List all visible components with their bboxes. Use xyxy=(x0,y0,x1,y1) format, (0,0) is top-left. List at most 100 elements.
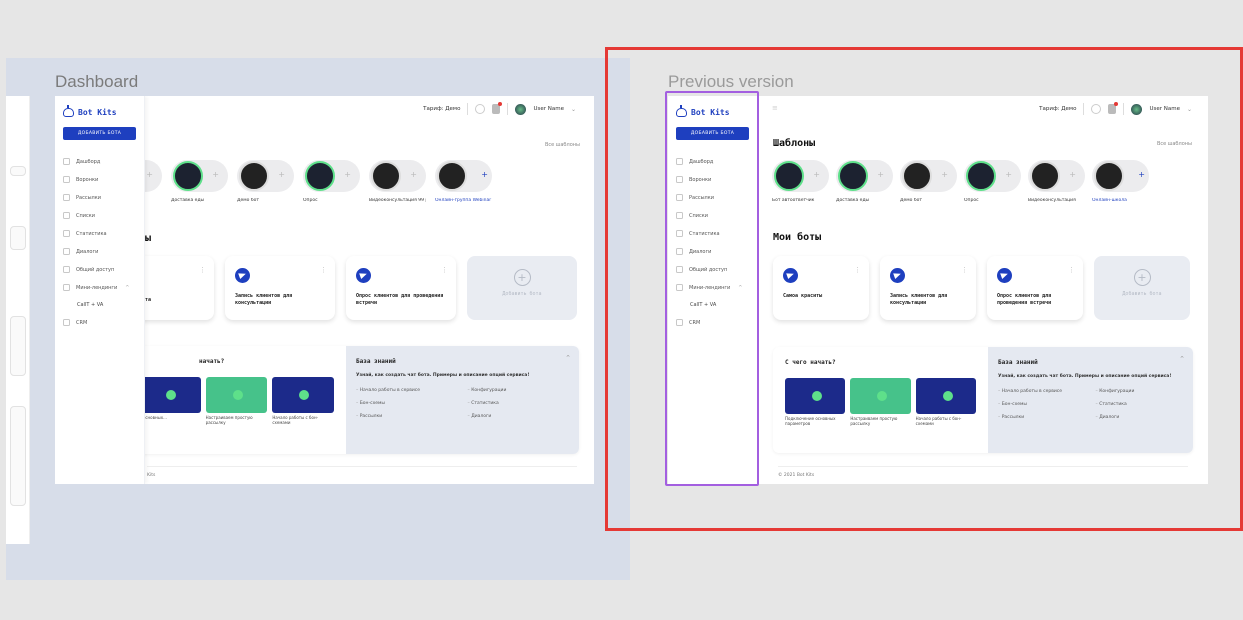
template-pill[interactable]: + xyxy=(171,160,228,192)
dashboard-topbar: Тариф: Демо User Name ⌄ xyxy=(423,96,576,122)
video-list: и основных... Настраиваем простую рассыл… xyxy=(139,377,335,426)
plus-icon[interactable]: + xyxy=(481,170,488,179)
template-pill[interactable]: + xyxy=(237,160,294,192)
video-title: Начало работы с бон-схемами xyxy=(272,415,318,425)
plus-icon[interactable]: + xyxy=(278,170,285,179)
template-label[interactable]: Онлайн-группа Webinar xyxy=(435,198,492,203)
nav-label: Воронки xyxy=(76,176,99,183)
info-block: начать? и основных... Настраиваем просту… xyxy=(109,346,579,454)
notification-bell-icon[interactable] xyxy=(492,102,503,114)
template-item[interactable]: + Видеоконсультация 99 ру... xyxy=(369,160,426,203)
chat-icon xyxy=(63,248,70,255)
sidebar-item-shared-access[interactable]: Общий доступ xyxy=(63,266,136,273)
collapse-icon[interactable]: ⌃ xyxy=(565,354,571,362)
add-bot-button[interactable]: ДОБАВИТЬ БОТА xyxy=(63,127,136,140)
kb-link[interactable]: Конфигурации xyxy=(468,388,570,393)
bot-name: Запись клиентов для консультации xyxy=(235,293,293,306)
template-pill[interactable]: + xyxy=(435,160,492,192)
kb-link[interactable]: Статистика xyxy=(468,401,570,406)
plus-icon[interactable]: + xyxy=(212,170,219,179)
kb-link[interactable]: Начало работы в сервисе xyxy=(356,388,458,393)
template-avatar xyxy=(239,161,269,191)
sidebar-item-crm[interactable]: CRM xyxy=(63,319,136,326)
nav-label: Дашборд xyxy=(76,158,101,165)
chevron-down-icon[interactable]: ⌄ xyxy=(571,106,576,113)
more-icon[interactable]: ⋮ xyxy=(441,266,448,274)
left-partial-artboard xyxy=(6,96,30,544)
sidebar-item-dialogs[interactable]: Диалоги xyxy=(63,248,136,255)
ghost-element xyxy=(10,166,26,176)
more-icon[interactable]: ⋮ xyxy=(320,266,327,274)
plus-icon[interactable]: + xyxy=(146,170,153,179)
page-icon xyxy=(63,284,70,291)
nav-label: Списки xyxy=(76,212,96,219)
plus-icon[interactable]: + xyxy=(344,170,351,179)
template-label: Демо бот xyxy=(237,198,260,203)
knowledge-base-title: База знаний xyxy=(356,358,396,365)
video-thumbnail[interactable] xyxy=(272,377,335,413)
bot-name: Опрос клиентов для проведения встречи xyxy=(356,293,444,306)
templates-row: + + Доставка еды + Демо бот + Опрос + Видеок… xyxy=(105,160,492,203)
highlight-sidebar-purple xyxy=(665,91,759,486)
ghost-element xyxy=(10,226,26,250)
nav-label: Мини-лендинги xyxy=(76,284,118,291)
telegram-icon xyxy=(356,268,371,283)
sidebar-subitem-callt[interactable]: CallT + VA xyxy=(63,302,136,308)
user-name[interactable]: User Name xyxy=(533,106,564,112)
knowledge-base-links: Начало работы в сервисе Конфигурации Бон… xyxy=(356,388,569,419)
nav-label: CRM xyxy=(76,319,88,326)
funnel-icon xyxy=(63,176,70,183)
app-logo[interactable]: Bot Kits xyxy=(63,105,136,117)
robot-logo-icon xyxy=(63,105,74,117)
sidebar-item-funnels[interactable]: Воронки xyxy=(63,176,136,183)
template-item[interactable]: + Онлайн-группа Webinar xyxy=(435,160,492,203)
sidebar-item-statistics[interactable]: Статистика xyxy=(63,230,136,237)
template-pill[interactable]: + xyxy=(369,160,426,192)
more-icon[interactable]: ⋮ xyxy=(199,266,206,274)
template-label: Опрос xyxy=(303,198,318,203)
video-thumbnail[interactable] xyxy=(205,377,268,413)
help-icon[interactable] xyxy=(475,104,486,114)
template-item[interactable]: + Опрос xyxy=(303,160,360,203)
template-avatar xyxy=(437,161,467,191)
video-thumbnail[interactable] xyxy=(139,377,201,413)
template-pill[interactable]: + xyxy=(303,160,360,192)
bot-card[interactable]: ⋮ Опрос клиентов для проведения встречи xyxy=(346,256,456,320)
crm-icon xyxy=(63,319,70,326)
video-card[interactable]: Настраиваем простую рассылку xyxy=(205,377,268,426)
template-avatar xyxy=(173,161,203,191)
nav-label: Рассылки xyxy=(76,194,101,201)
bot-card[interactable]: ⋮ Запись клиентов для консультации xyxy=(225,256,335,320)
list-icon xyxy=(63,212,70,219)
tariff-label[interactable]: Тариф: Демо xyxy=(423,106,460,112)
ghost-element xyxy=(10,406,26,506)
user-avatar[interactable] xyxy=(515,103,527,115)
nav-label: Диалоги xyxy=(76,248,99,255)
video-title: Настраиваем простую рассылку xyxy=(205,415,253,425)
template-item[interactable]: + Демо бот xyxy=(237,160,294,203)
add-bot-card[interactable]: + Добавить бота xyxy=(467,256,577,320)
video-card[interactable]: Начало работы с бон-схемами xyxy=(272,377,335,426)
chevron-up-icon[interactable]: ^ xyxy=(125,285,129,291)
template-avatar xyxy=(371,161,401,191)
sidebar-item-mini-landings[interactable]: Мини-лендинги ^ xyxy=(63,284,136,291)
sidebar-item-dashboard[interactable]: Дашборд xyxy=(63,158,136,165)
all-templates-link[interactable]: Все шаблоны xyxy=(545,142,580,148)
kb-link[interactable]: Диалоги xyxy=(468,414,570,419)
knowledge-base-subtitle: Узнай, как создать чат бота. Примеры и о… xyxy=(356,373,530,378)
video-card[interactable]: и основных... xyxy=(139,377,201,426)
template-label: Доставка еды xyxy=(171,198,205,203)
plus-icon[interactable]: + xyxy=(410,170,417,179)
sidebar-item-lists[interactable]: Списки xyxy=(63,212,136,219)
dashboard-artboard: Тариф: Демо User Name ⌄ ны Все шаблоны +… xyxy=(55,96,594,484)
add-bot-label: Добавить бота xyxy=(502,291,542,297)
divider xyxy=(507,103,509,115)
knowledge-base: ⌃ База знаний Узнай, как создать чат бот… xyxy=(346,346,579,454)
video-title: и основных... xyxy=(139,415,167,420)
kb-link[interactable]: Рассылки xyxy=(356,414,458,419)
logo-text: Bot Kits xyxy=(78,108,117,117)
getting-started-title: начать? xyxy=(199,358,225,365)
sidebar-item-mailings[interactable]: Рассылки xyxy=(63,194,136,201)
template-item[interactable]: + Доставка еды xyxy=(171,160,228,203)
kb-link[interactable]: Бон-схемы xyxy=(356,401,458,406)
